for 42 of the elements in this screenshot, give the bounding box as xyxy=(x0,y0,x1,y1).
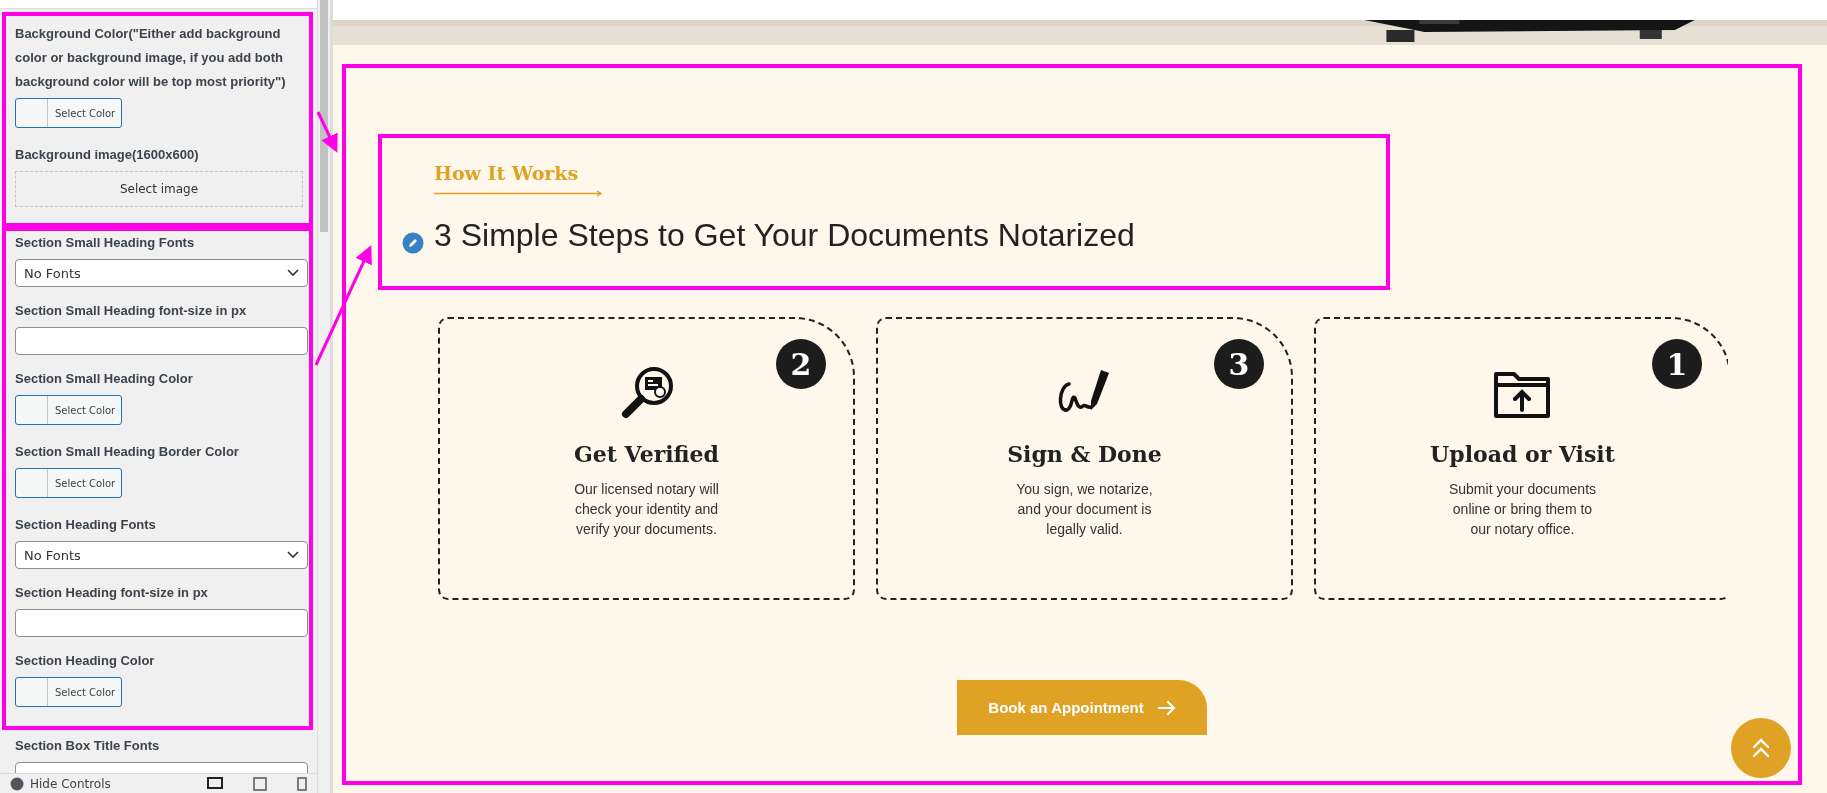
step-number-badge: 1 xyxy=(1652,339,1702,389)
hide-controls-label[interactable]: Hide Controls xyxy=(30,776,111,791)
field-label: Background Color("Either add background color or background image, if you add both background color will be top most priority") xyxy=(15,25,287,91)
field-label: Section Heading Fonts xyxy=(15,516,157,534)
field-label: Section Heading font-size in px xyxy=(15,584,209,602)
double-chevron-up-icon xyxy=(1752,738,1770,758)
select-color-button[interactable]: Select Color xyxy=(15,395,123,425)
font-dropdown[interactable]: No Fonts xyxy=(15,541,308,569)
font-size-input[interactable] xyxy=(15,609,308,637)
toggle-icon xyxy=(10,776,24,791)
field-label: Section Small Heading font-size in px xyxy=(15,302,248,320)
desktop-icon[interactable] xyxy=(207,776,223,791)
step-number-badge: 2 xyxy=(776,339,826,389)
step-title: Sign & Done xyxy=(1007,441,1162,467)
scrollbar-thumb[interactable] xyxy=(320,0,328,232)
step-description: Submit your documents online or bring them to our notary office. xyxy=(1448,480,1597,539)
field-label: Section Small Heading Border Color xyxy=(15,443,240,461)
tablet-icon[interactable] xyxy=(253,776,267,791)
select-color-button[interactable]: Select Color xyxy=(15,468,123,498)
mobile-icon[interactable] xyxy=(297,776,307,791)
select-color-button[interactable]: Select Color xyxy=(15,677,123,707)
step-title: Get Verified xyxy=(574,441,719,467)
font-dropdown[interactable]: No Fonts xyxy=(15,259,308,287)
step-title: Upload or Visit xyxy=(1430,441,1615,467)
small-heading: How It Works xyxy=(434,162,579,184)
select-color-button[interactable]: Select Color xyxy=(15,98,123,128)
edit-icon[interactable] xyxy=(402,232,424,254)
field-label: Background image(1600x600) xyxy=(15,146,200,164)
font-size-input[interactable] xyxy=(15,327,308,355)
select-image-button[interactable]: Select image xyxy=(15,171,303,207)
step-description: Our licensed notary will check your identity and verify your documents. xyxy=(574,480,719,539)
arrow-right-icon xyxy=(1157,700,1176,715)
section-heading: 3 Simple Steps to Get Your Documents Notarized xyxy=(434,217,1135,254)
chevron-down-icon xyxy=(287,269,299,277)
field-label: Section Small Heading Color xyxy=(15,370,194,388)
step-number-badge: 3 xyxy=(1214,339,1264,389)
field-label: Section Small Heading Fonts xyxy=(15,234,196,252)
field-label: Section Heading Color xyxy=(15,652,156,670)
annotation-arrow xyxy=(316,111,338,153)
chevron-down-icon xyxy=(287,551,299,559)
step-description: You sign, we notarize, and your document is legally valid. xyxy=(1016,480,1153,539)
field-label: Section Box Title Fonts xyxy=(15,737,161,755)
